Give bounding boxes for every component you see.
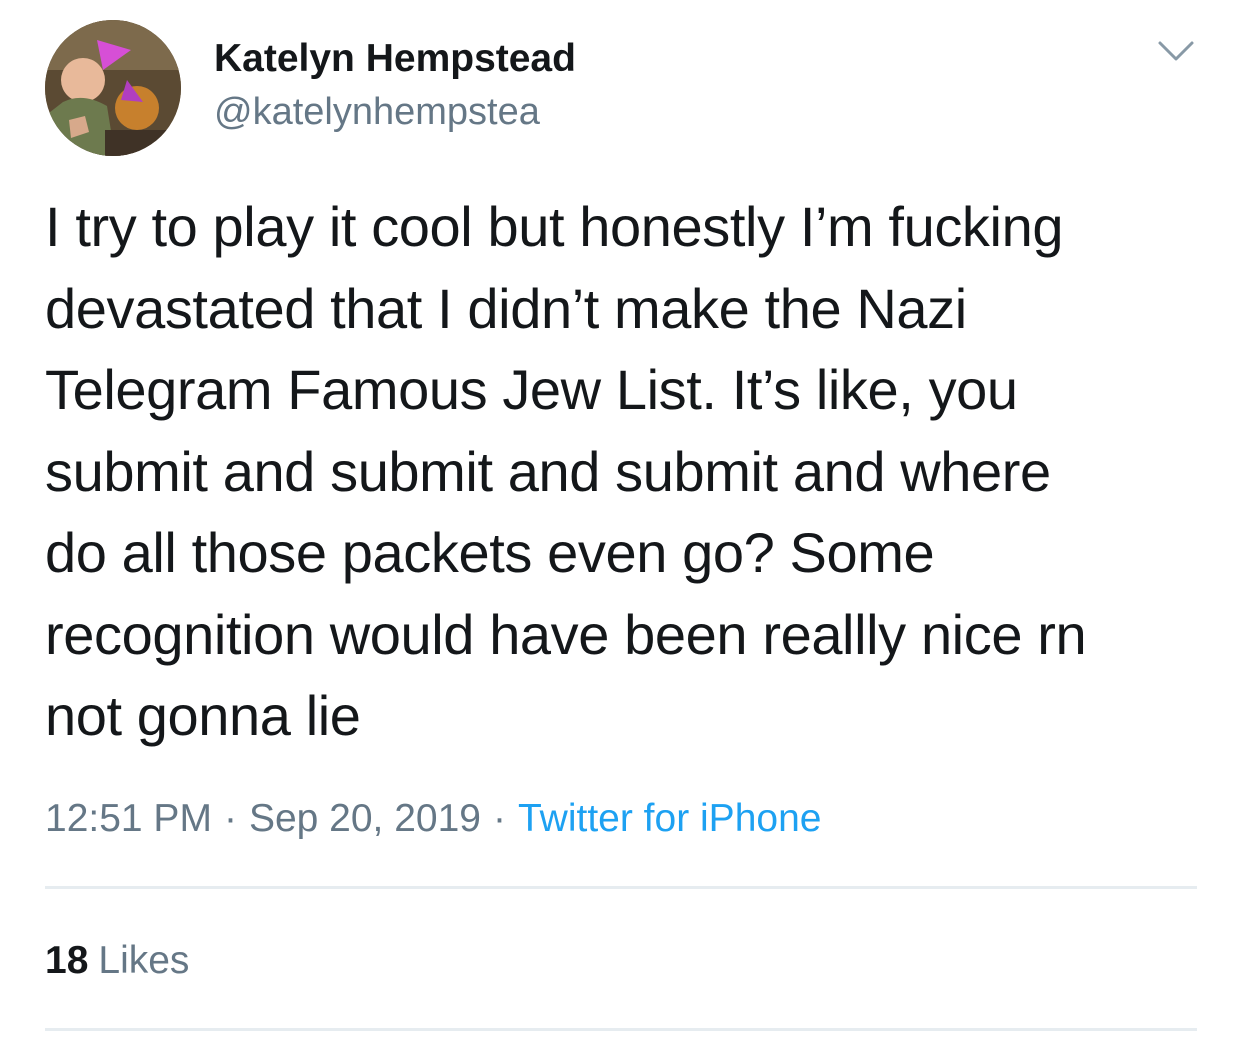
chevron-down-icon[interactable] [1156, 38, 1196, 64]
divider [45, 1028, 1197, 1031]
likes-stat[interactable]: 18 Likes [45, 937, 189, 985]
meta-separator: · [492, 797, 506, 840]
avatar[interactable] [45, 20, 181, 156]
meta-separator: · [223, 797, 237, 840]
likes-count: 18 [45, 939, 89, 982]
tweet-meta: 12:51 PM · Sep 20, 2019 · Twitter for iPhone [45, 795, 821, 843]
tweet-date[interactable]: Sep 20, 2019 [249, 797, 481, 840]
divider [45, 886, 1197, 889]
profile-photo-party-hats [45, 20, 181, 156]
tweet-time[interactable]: 12:51 PM [45, 797, 212, 840]
tweet-text: I try to play it cool but honestly I’m f… [45, 195, 1087, 747]
tweet-detail: Katelyn Hempstead @katelynhempstea I try… [0, 0, 1242, 1041]
author-handle[interactable]: @katelynhempstea [214, 90, 540, 134]
likes-label: Likes [98, 939, 190, 982]
tweet-source-link[interactable]: Twitter for iPhone [518, 797, 821, 840]
author-display-name[interactable]: Katelyn Hempstead [214, 36, 576, 82]
